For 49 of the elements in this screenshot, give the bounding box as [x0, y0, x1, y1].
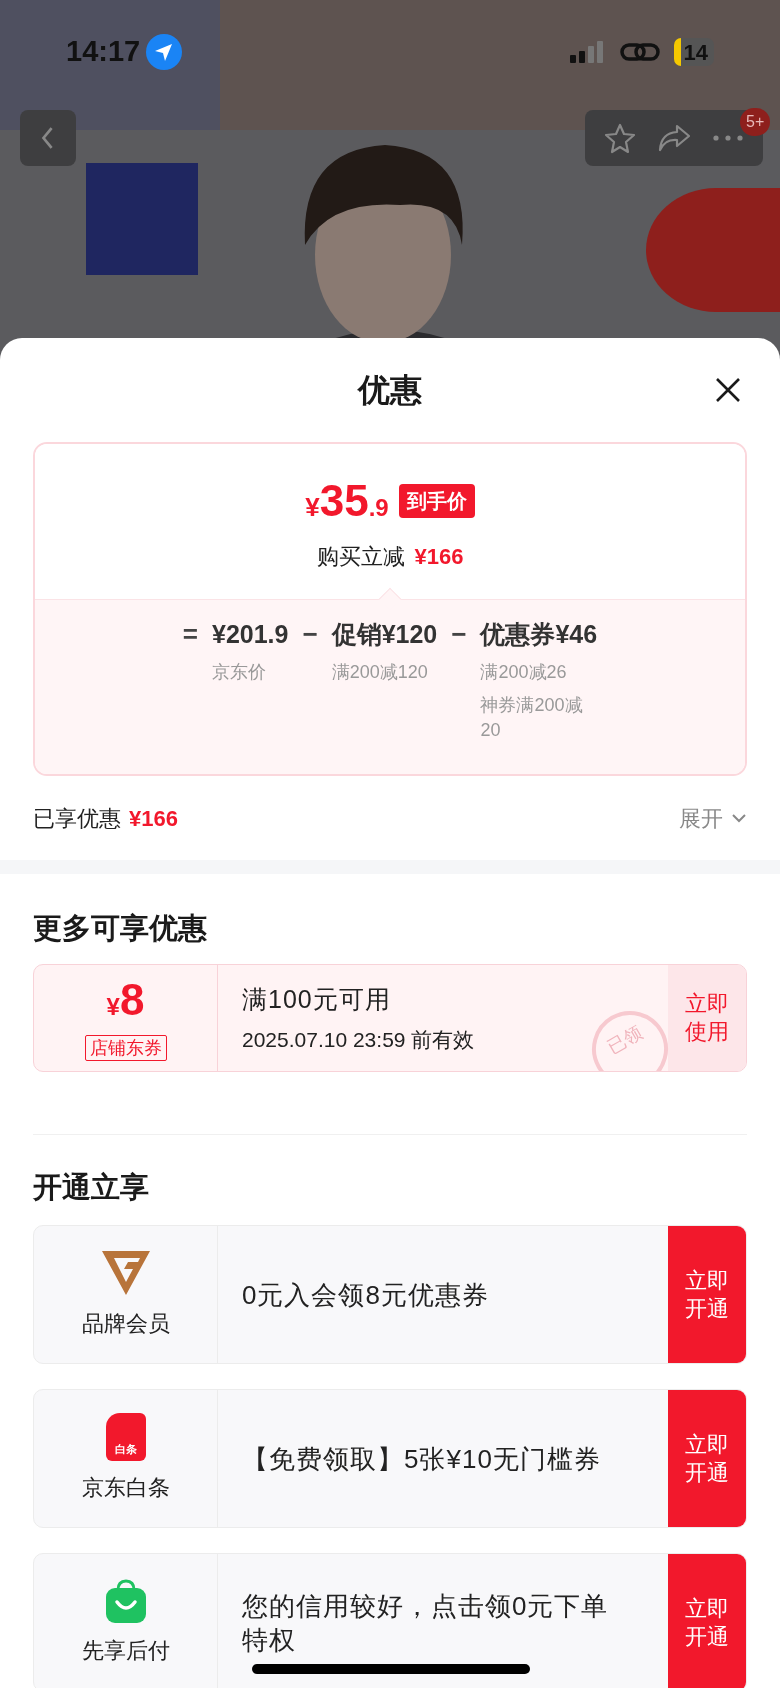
- price-term: 优惠券¥46: [480, 619, 598, 650]
- section-title: 开通立享: [33, 1169, 149, 1205]
- offer-text: 【免费领取】5张¥10无门槛券: [242, 1442, 601, 1476]
- chevron-down-icon: [731, 813, 747, 823]
- expand-button[interactable]: 展开: [679, 801, 747, 835]
- coupon-validity: 2025.07.10 23:59 前有效: [242, 1027, 475, 1053]
- battery-level: 14: [683, 38, 708, 66]
- offer-text: 您的信用较好，点击领0元下单特权: [242, 1589, 610, 1657]
- math-operator: =: [182, 618, 198, 651]
- close-icon: [715, 377, 741, 403]
- use-now-button[interactable]: 立即使用: [668, 965, 746, 1071]
- offer-text: 0元入会领8元优惠券: [242, 1278, 489, 1312]
- offer-name: 品牌会员: [81, 1310, 170, 1338]
- offer-name: 先享后付: [81, 1637, 170, 1665]
- price-term: 促销¥120: [331, 619, 438, 650]
- star-icon: [604, 122, 636, 154]
- summary-value: ¥166: [129, 804, 178, 833]
- share-icon: [657, 123, 691, 153]
- final-price: ¥35.9: [305, 475, 389, 527]
- offer-name: 京东白条: [81, 1474, 170, 1502]
- price-term: ¥201.9: [212, 619, 289, 650]
- saving-value: ¥166: [414, 543, 464, 571]
- math-operator: −: [451, 618, 467, 651]
- price-note: 神券满200减20: [480, 694, 584, 742]
- sheet-title: 优惠: [358, 371, 422, 410]
- saving-label: 购买立减: [316, 543, 405, 571]
- location-icon: [146, 34, 183, 70]
- link-icon: [619, 40, 660, 64]
- price-note: 京东价: [212, 661, 267, 684]
- section-title: 更多可享优惠: [33, 910, 207, 946]
- signal-icon: [569, 41, 606, 63]
- more-icon: [713, 135, 743, 141]
- math-operator: −: [302, 618, 318, 651]
- coupon-tag: 店铺东券: [84, 1035, 167, 1061]
- coupon-amount: ¥8: [106, 975, 145, 1026]
- status-time: 14:17: [66, 34, 141, 70]
- price-tag: 到手价: [398, 484, 475, 518]
- price-note: 满200减120: [331, 661, 429, 684]
- v-logo-icon: [99, 1249, 152, 1297]
- price-note: 满200减26: [480, 661, 568, 684]
- join-now-button[interactable]: 立即开通: [668, 1554, 746, 1688]
- coupon-condition: 满100元可用: [242, 983, 391, 1015]
- summary-label: 已享优惠: [33, 804, 121, 833]
- join-now-button[interactable]: 立即开通: [668, 1226, 746, 1363]
- back-button[interactable]: [20, 110, 76, 166]
- join-now-button[interactable]: 立即开通: [668, 1390, 746, 1527]
- shopping-bag-icon: [104, 1578, 147, 1624]
- document-icon: 白条: [105, 1413, 146, 1461]
- battery-charge: [673, 38, 681, 66]
